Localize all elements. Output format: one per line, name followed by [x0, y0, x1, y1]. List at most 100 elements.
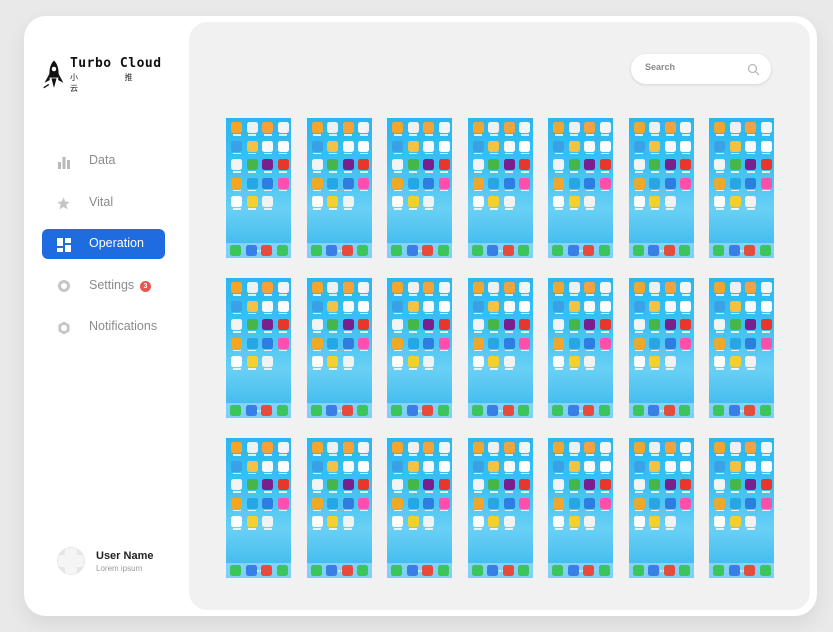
device-screen[interactable] [467, 438, 533, 578]
app-icon [584, 337, 595, 349]
app-label [344, 331, 352, 333]
app-icon [745, 122, 756, 133]
app-icon [438, 460, 450, 472]
device-screen[interactable] [628, 278, 694, 418]
device-screen[interactable] [628, 438, 694, 578]
device-screen[interactable] [467, 118, 533, 258]
search-icon[interactable] [747, 63, 760, 76]
app-label [505, 294, 513, 296]
app-icon [503, 300, 515, 312]
app-label [393, 331, 402, 333]
device-screen[interactable] [387, 278, 452, 418]
app-label [715, 134, 724, 136]
dock-app-icon [276, 245, 288, 256]
device-screen[interactable] [226, 118, 291, 258]
device-screen[interactable] [628, 118, 694, 258]
dock-app-icon [632, 405, 644, 416]
app-label [474, 528, 482, 530]
dock-app-icon [663, 405, 675, 416]
app-label [635, 491, 643, 493]
sidebar-item-notifications[interactable]: Notifications [42, 312, 165, 342]
sidebar-item-data[interactable]: Data [42, 146, 165, 176]
app-label [359, 189, 368, 191]
app-label [344, 294, 352, 296]
app-label [731, 472, 739, 474]
device-screen[interactable] [709, 278, 774, 418]
device-screen[interactable] [709, 438, 774, 578]
app-icon [745, 177, 756, 189]
app-label [762, 491, 770, 493]
app-icon [262, 497, 273, 509]
app-icon [649, 442, 660, 453]
app-icon [472, 122, 484, 133]
app-icon [231, 497, 242, 509]
app-icon [231, 122, 242, 133]
app-label [393, 454, 402, 456]
app-icon [407, 516, 419, 527]
app-icon [488, 497, 499, 509]
app-icon [438, 122, 450, 133]
device-screen[interactable] [387, 118, 452, 258]
sidebar-item-vital[interactable]: Vital [42, 188, 165, 218]
device-screen[interactable] [306, 438, 372, 578]
app-icon [472, 159, 484, 170]
app-icon [392, 300, 403, 312]
device-screen[interactable] [467, 278, 533, 418]
app-icon [760, 442, 772, 453]
app-icon [246, 177, 258, 189]
device-screen[interactable] [306, 278, 372, 418]
app-icon [633, 460, 645, 472]
device-screen[interactable] [387, 438, 452, 578]
app-label [681, 472, 690, 474]
app-label [635, 134, 643, 136]
app-label [681, 331, 690, 333]
dock-app-icon [728, 565, 740, 576]
sidebar-item-operation[interactable]: Operation [42, 229, 165, 259]
app-icon [342, 159, 354, 170]
search-input[interactable] [645, 62, 745, 72]
app-label [715, 171, 724, 173]
app-label [248, 349, 256, 351]
device-screen[interactable] [226, 278, 291, 418]
app-label [585, 509, 594, 511]
app-label [715, 331, 724, 333]
app-label [313, 152, 321, 154]
app-label [232, 509, 241, 511]
app-icon [262, 159, 273, 170]
app-label [585, 294, 594, 296]
app-label [505, 491, 513, 493]
dock [226, 243, 291, 258]
app-label [474, 349, 482, 351]
app-label [440, 349, 448, 351]
app-label [344, 312, 352, 314]
app-icon [680, 479, 691, 490]
dock-app-icon [567, 245, 579, 256]
sidebar-item-settings[interactable]: Settings 3 [42, 271, 165, 301]
app-label [393, 171, 402, 173]
device-screen[interactable] [306, 118, 372, 258]
app-label [635, 208, 643, 210]
app-icon [503, 319, 515, 330]
app-label [554, 472, 563, 474]
app-label [762, 312, 770, 314]
app-label [681, 134, 690, 136]
app-icon [392, 337, 403, 349]
app-icon [519, 497, 530, 509]
device-screen[interactable] [548, 278, 613, 418]
app-label [424, 331, 433, 333]
dock-app-icon [276, 565, 288, 576]
device-screen[interactable] [709, 118, 774, 258]
app-icon [277, 479, 289, 490]
app-label [585, 349, 594, 351]
dock-app-icon [713, 245, 724, 256]
app-icon [714, 337, 725, 349]
app-icon [311, 140, 323, 152]
search-box[interactable] [631, 54, 771, 84]
device-screen[interactable] [548, 118, 613, 258]
app-label [424, 208, 433, 210]
device-screen[interactable] [548, 438, 613, 578]
user-profile[interactable]: User Name Lorem ipsum [56, 546, 153, 576]
app-label [585, 152, 594, 154]
device-screen[interactable] [226, 438, 291, 578]
app-icon [714, 159, 725, 170]
